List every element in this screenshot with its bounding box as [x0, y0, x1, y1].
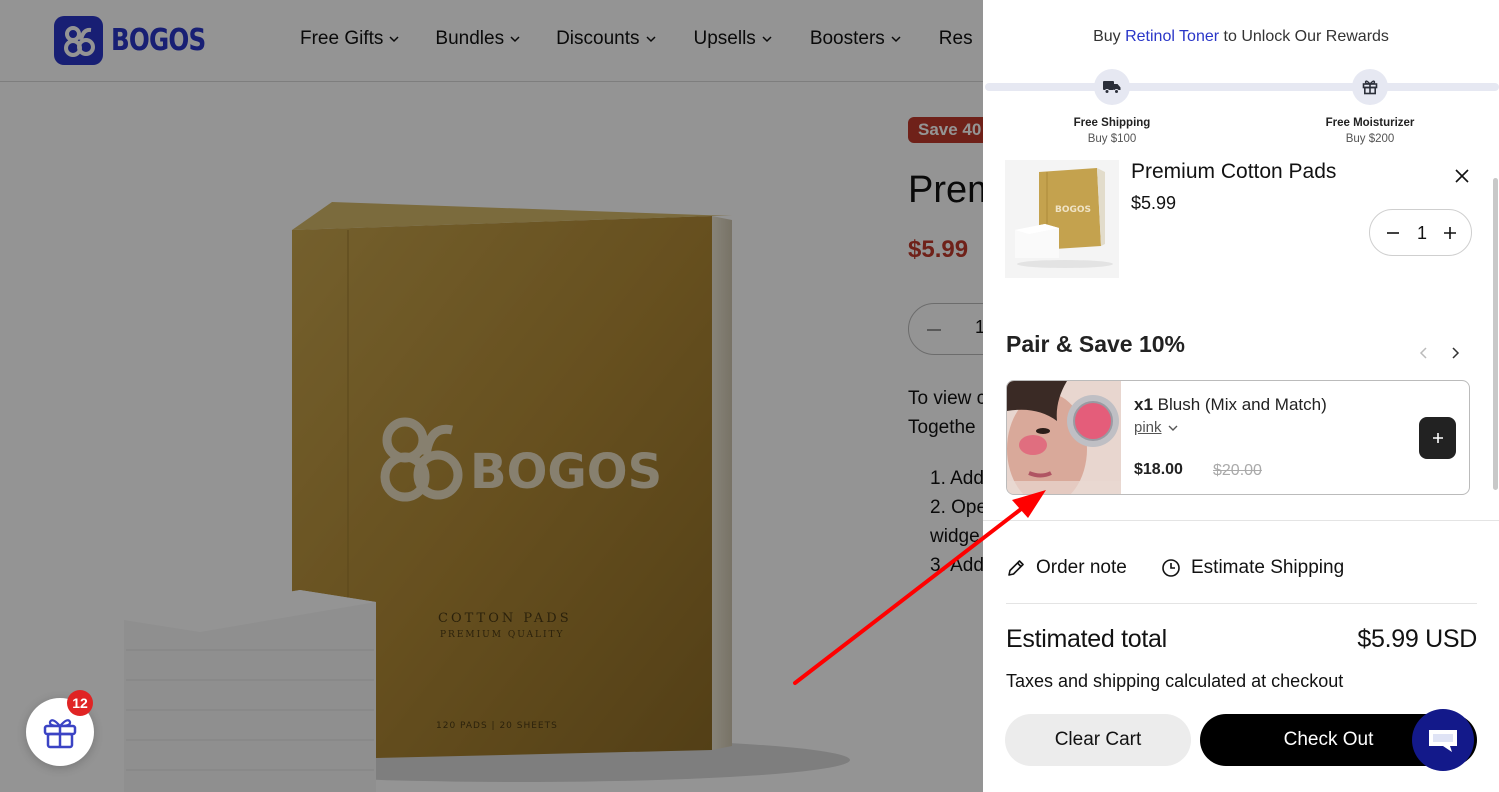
chat-widget-button[interactable] — [1412, 709, 1474, 771]
upsell-name-text: Blush (Mix and Match) — [1152, 395, 1327, 414]
chevron-right-icon — [1452, 347, 1460, 359]
truck-icon — [1094, 69, 1130, 105]
carousel-next-button[interactable] — [1448, 343, 1464, 363]
rewards-suffix: to Unlock Our Rewards — [1219, 28, 1389, 45]
remove-item-button[interactable] — [1451, 165, 1473, 187]
estimated-total-value: $5.99 USD — [1357, 625, 1477, 653]
checkout-label: Check Out — [1283, 729, 1374, 750]
gift-count-badge: 12 — [67, 690, 93, 716]
rewards-prefix: Buy — [1093, 28, 1126, 45]
cart-drawer: Buy Retinol Toner to Unlock Our Rewards … — [983, 0, 1499, 792]
estimate-shipping-button[interactable]: Estimate Shipping — [1161, 557, 1344, 579]
upsell-price: $18.00 — [1134, 461, 1183, 478]
milestone-free-moisturizer: Free Moisturizer Buy $200 — [1290, 115, 1450, 147]
clock-icon — [1162, 559, 1180, 577]
estimated-total-label: Estimated total — [1006, 625, 1167, 653]
cart-item-name[interactable]: Premium Cotton Pads — [1131, 160, 1336, 184]
milestone-free-shipping: Free Shipping Buy $100 — [1032, 115, 1192, 147]
milestone-title: Free Shipping — [1073, 117, 1151, 129]
estimate-shipping-label: Estimate Shipping — [1191, 557, 1345, 578]
close-icon — [1455, 169, 1469, 183]
milestone-title: Free Moisturizer — [1325, 117, 1415, 129]
variant-select[interactable]: pink — [1134, 419, 1178, 436]
rewards-product-link[interactable]: Retinol Toner — [1125, 28, 1219, 45]
milestone-subtitle: Buy $100 — [1087, 133, 1137, 145]
thumb-brand-text: BOGOS — [1055, 205, 1091, 215]
section-divider — [983, 520, 1499, 521]
upsell-compare-price: $20.00 — [1213, 462, 1262, 479]
rewards-message: Buy Retinol Toner to Unlock Our Rewards — [983, 28, 1499, 46]
minus-icon — [1387, 232, 1399, 234]
quantity-value[interactable]: 1 — [1414, 223, 1430, 244]
plus-icon — [1432, 433, 1443, 443]
cart-item-image[interactable]: BOGOS — [1005, 160, 1119, 278]
milestone-subtitle: Buy $200 — [1345, 133, 1395, 145]
order-note-label: Order note — [1036, 557, 1127, 578]
gift-icon — [1352, 69, 1388, 105]
drawer-scrollbar[interactable] — [1493, 178, 1498, 490]
order-note-button[interactable]: Order note — [1006, 557, 1127, 579]
upsell-product-name[interactable]: x1 Blush (Mix and Match) — [1134, 395, 1327, 415]
add-upsell-button[interactable] — [1419, 417, 1456, 459]
quantity-increase-button[interactable] — [1439, 222, 1461, 244]
cart-item-price: $5.99 — [1131, 193, 1177, 213]
carousel-prev-button[interactable] — [1415, 343, 1431, 363]
cart-quantity-stepper: 1 — [1369, 209, 1472, 256]
plus-icon — [1444, 227, 1456, 239]
gift-icon — [43, 719, 77, 749]
rewards-progress-bar — [985, 83, 1499, 91]
upsell-title: Pair & Save 10% — [1006, 331, 1186, 357]
pencil-icon — [1008, 560, 1024, 576]
section-divider — [1006, 603, 1477, 604]
variant-value: pink — [1134, 419, 1162, 436]
drawer-overlay[interactable] — [0, 0, 983, 792]
clear-cart-button[interactable]: Clear Cart — [1005, 714, 1191, 766]
chevron-left-icon — [1419, 347, 1427, 359]
quantity-decrease-button[interactable] — [1382, 222, 1404, 244]
chevron-down-icon — [1168, 425, 1178, 431]
upsell-product-image[interactable] — [1007, 381, 1121, 494]
chat-icon — [1429, 730, 1457, 752]
upsell-card: x1 Blush (Mix and Match) pink $18.00 $20… — [1006, 380, 1470, 495]
upsell-quantity: x1 — [1134, 395, 1153, 414]
tax-note: Taxes and shipping calculated at checkou… — [1006, 671, 1344, 691]
